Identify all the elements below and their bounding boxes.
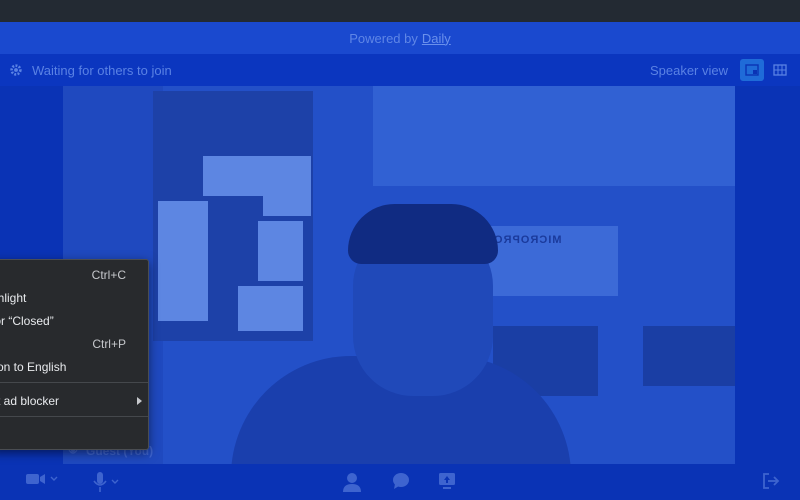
camera-button[interactable]: [26, 472, 58, 486]
context-menu-label: for “Closed”: [0, 314, 54, 328]
speaker-view-label: Speaker view: [649, 62, 728, 78]
context-menu-item-highlight[interactable]: ghlight: [0, 287, 148, 309]
context-menu-label: ghlight: [0, 291, 27, 305]
powered-by-text: Powered by: [349, 30, 418, 46]
browser-top-bar: [0, 0, 800, 22]
context-menu-item-inspect[interactable]: [0, 422, 148, 444]
chevron-down-icon[interactable]: [111, 479, 119, 485]
leave-button[interactable]: [762, 472, 780, 490]
video-paper: [238, 286, 303, 331]
camera-icon: [26, 474, 45, 484]
leave-icon: [763, 473, 780, 489]
gear-icon[interactable]: [8, 62, 24, 78]
video-paper: [158, 201, 208, 321]
video-monitor: [643, 326, 735, 386]
microphone-button[interactable]: [93, 472, 119, 492]
daily-link[interactable]: Daily: [422, 31, 451, 46]
context-menu-item-search[interactable]: for “Closed”: [0, 310, 148, 332]
screen-share-button[interactable]: [438, 472, 456, 490]
speaker-view-button[interactable]: [740, 59, 764, 81]
call-header: Waiting for others to join Speaker view: [0, 54, 800, 86]
context-menu-item-translate[interactable]: tion to English: [0, 356, 148, 378]
shortcut-print: Ctrl+P: [92, 337, 126, 351]
video-ceiling: [373, 86, 735, 186]
video-paper: [258, 221, 303, 281]
context-menu-item-ad-blocker[interactable]: st ad blocker: [0, 390, 148, 412]
context-menu-label: st ad blocker: [0, 394, 60, 408]
video-paper: [263, 156, 311, 216]
people-icon: [343, 473, 361, 492]
speaker-view-icon: [745, 64, 759, 76]
call-toolbar: [0, 464, 800, 500]
chat-icon: [393, 473, 409, 489]
person-hair: [348, 204, 498, 264]
grid-view-button[interactable]: [768, 59, 792, 81]
context-menu-item-print[interactable]: Ctrl+P: [0, 333, 148, 355]
video-sign-text: MICROPRO: [493, 234, 562, 246]
screen-share-icon: [439, 473, 455, 489]
context-menu-label: tion to English: [0, 360, 67, 374]
context-menu-separator: [0, 416, 148, 417]
grid-view-icon: [773, 64, 787, 76]
waiting-status: Waiting for others to join: [32, 62, 172, 78]
shortcut-copy: Ctrl+C: [91, 268, 126, 282]
chat-button[interactable]: [392, 472, 410, 490]
participant-video: MICROPRO: [63, 86, 735, 464]
context-menu-item-copy[interactable]: Ctrl+C: [0, 264, 148, 286]
context-menu: Ctrl+C ghlight for “Closed” Ctrl+P tion …: [0, 259, 149, 450]
people-button[interactable]: [343, 472, 361, 492]
chevron-down-icon[interactable]: [50, 476, 58, 482]
powered-by-banner: Powered by Daily: [0, 22, 800, 54]
context-menu-separator: [0, 382, 148, 383]
microphone-icon: [93, 472, 107, 492]
submenu-arrow-icon: [137, 397, 142, 405]
